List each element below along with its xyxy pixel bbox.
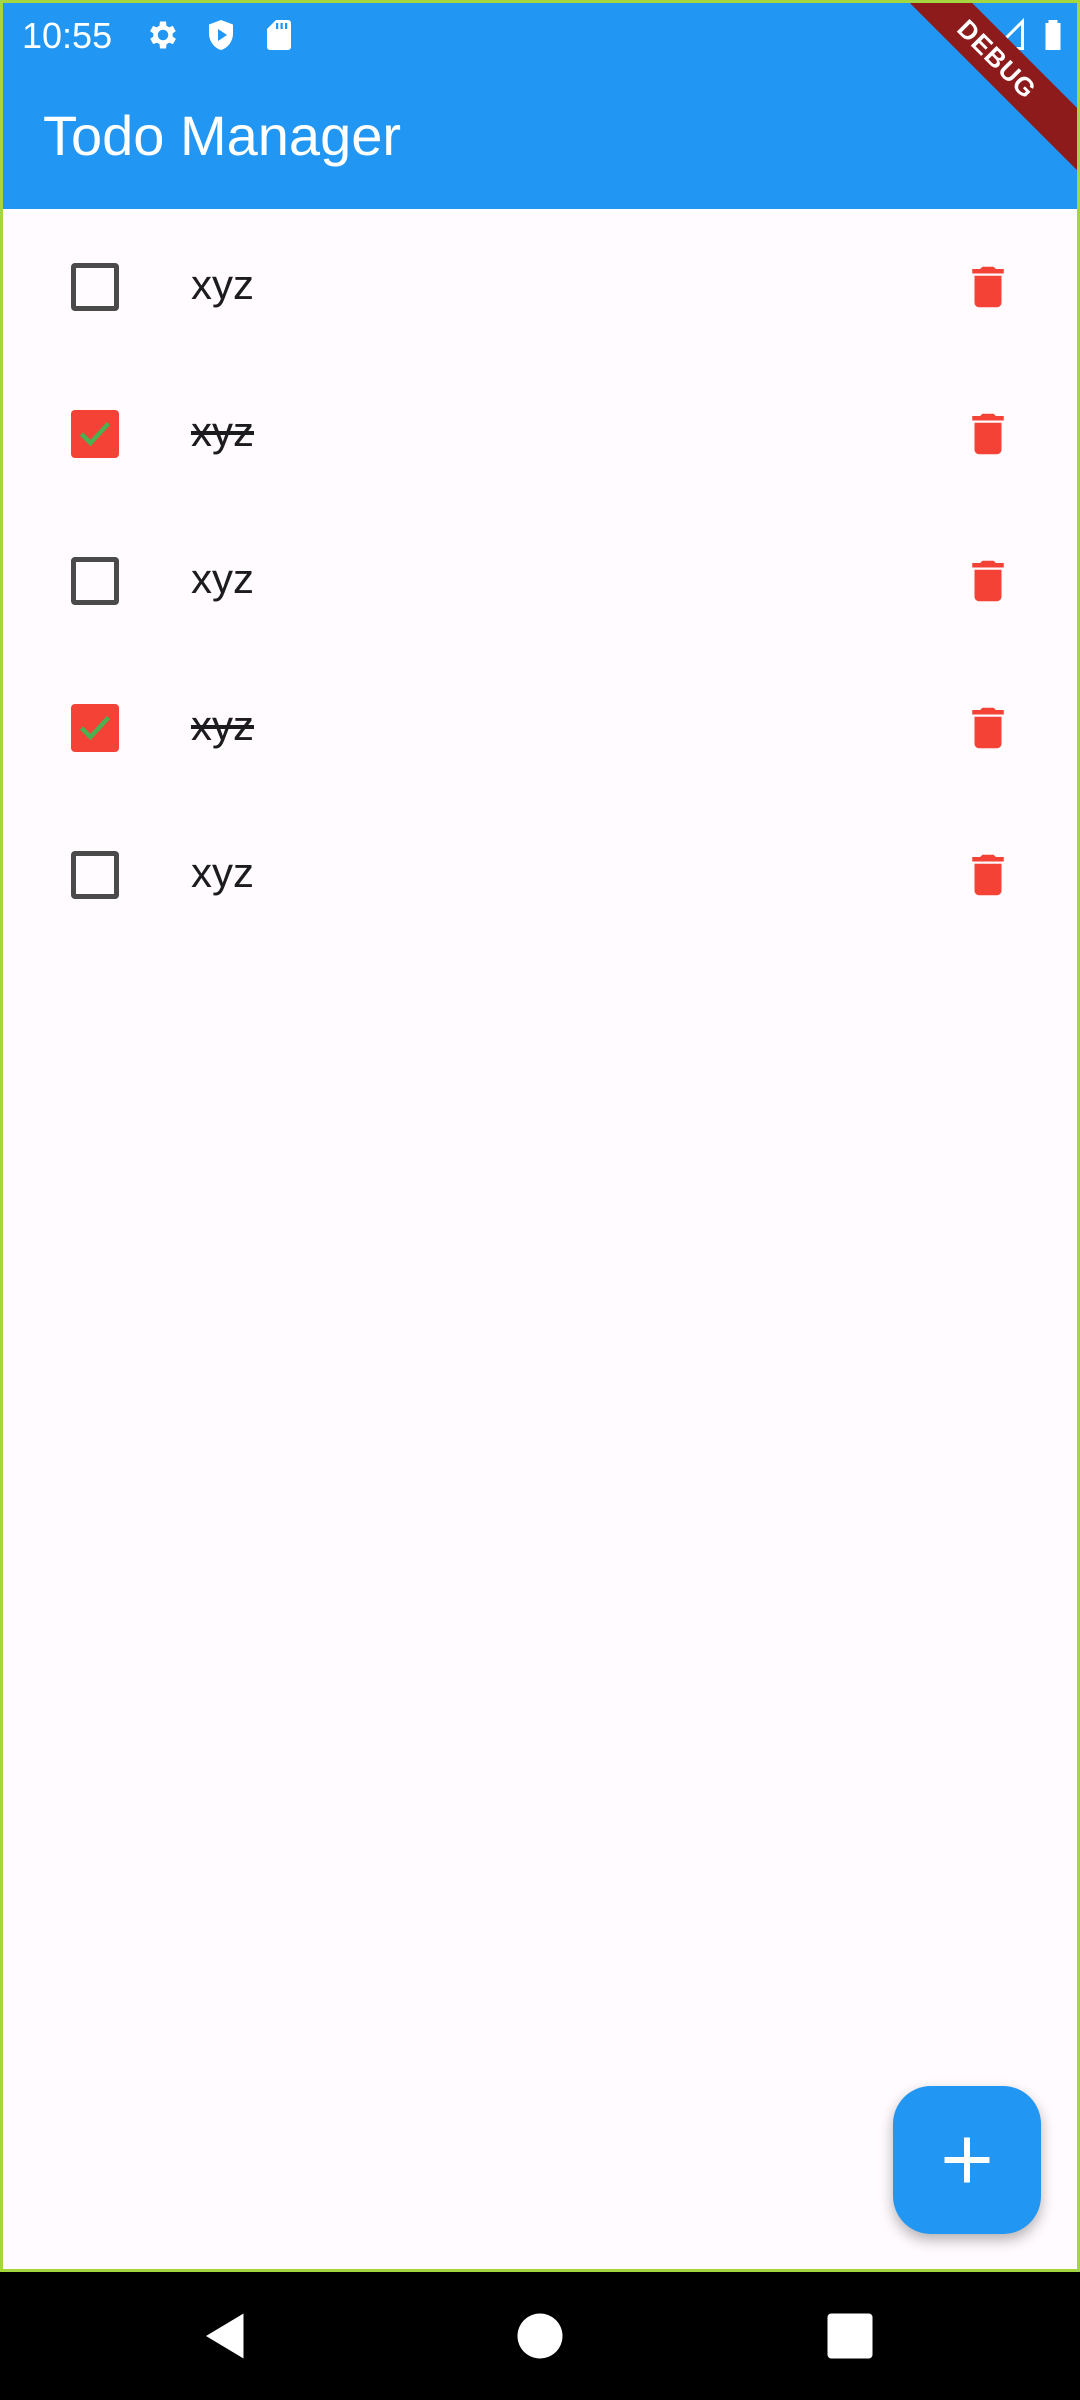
- back-icon[interactable]: [196, 2306, 256, 2366]
- delete-button[interactable]: [961, 551, 1015, 611]
- todo-text: xyz: [191, 555, 254, 602]
- todo-text: xyz: [191, 849, 254, 896]
- trash-icon: [972, 854, 1004, 896]
- trash-icon: [972, 266, 1004, 308]
- todo-row: xyz: [3, 801, 1077, 948]
- battery-icon: [1035, 17, 1071, 53]
- delete-button[interactable]: [961, 698, 1015, 758]
- todo-row: xyz: [3, 213, 1077, 360]
- todo-checkbox[interactable]: [71, 557, 119, 605]
- delete-button[interactable]: [961, 257, 1015, 317]
- trash-icon: [972, 560, 1004, 602]
- todo-checkbox[interactable]: [71, 410, 119, 458]
- shield-play-icon: [203, 17, 239, 53]
- page-title: Todo Manager: [43, 104, 402, 167]
- plus-icon: [944, 2137, 990, 2183]
- delete-button[interactable]: [961, 404, 1015, 464]
- sd-card-icon: [261, 17, 297, 53]
- todo-text: xyz: [191, 261, 254, 308]
- todo-checkbox[interactable]: [71, 263, 119, 311]
- todo-row: xyz: [3, 360, 1077, 507]
- trash-icon: [972, 413, 1004, 455]
- todo-row: xyz: [3, 654, 1077, 801]
- recents-icon[interactable]: [820, 2306, 880, 2366]
- add-todo-button[interactable]: [893, 2086, 1041, 2234]
- home-icon[interactable]: [510, 2306, 570, 2366]
- app-screen: 10:55 Todo Manager DEBUG xyz xyz xyz xyz xyz: [0, 0, 1080, 2272]
- status-bar: 10:55: [3, 3, 1077, 67]
- status-time: 10:55: [22, 15, 113, 56]
- app-bar: 10:55 Todo Manager DEBUG: [3, 3, 1077, 209]
- delete-button[interactable]: [961, 845, 1015, 905]
- todo-checkbox[interactable]: [71, 704, 119, 752]
- gear-icon: [145, 17, 181, 53]
- navigation-bar: [0, 2272, 1080, 2400]
- trash-icon: [972, 707, 1004, 749]
- todo-checkbox[interactable]: [71, 851, 119, 899]
- todo-text: xyz: [191, 702, 254, 749]
- check-icon: [79, 421, 111, 447]
- todo-text: xyz: [191, 408, 254, 455]
- todo-row: xyz: [3, 507, 1077, 654]
- check-icon: [79, 715, 111, 741]
